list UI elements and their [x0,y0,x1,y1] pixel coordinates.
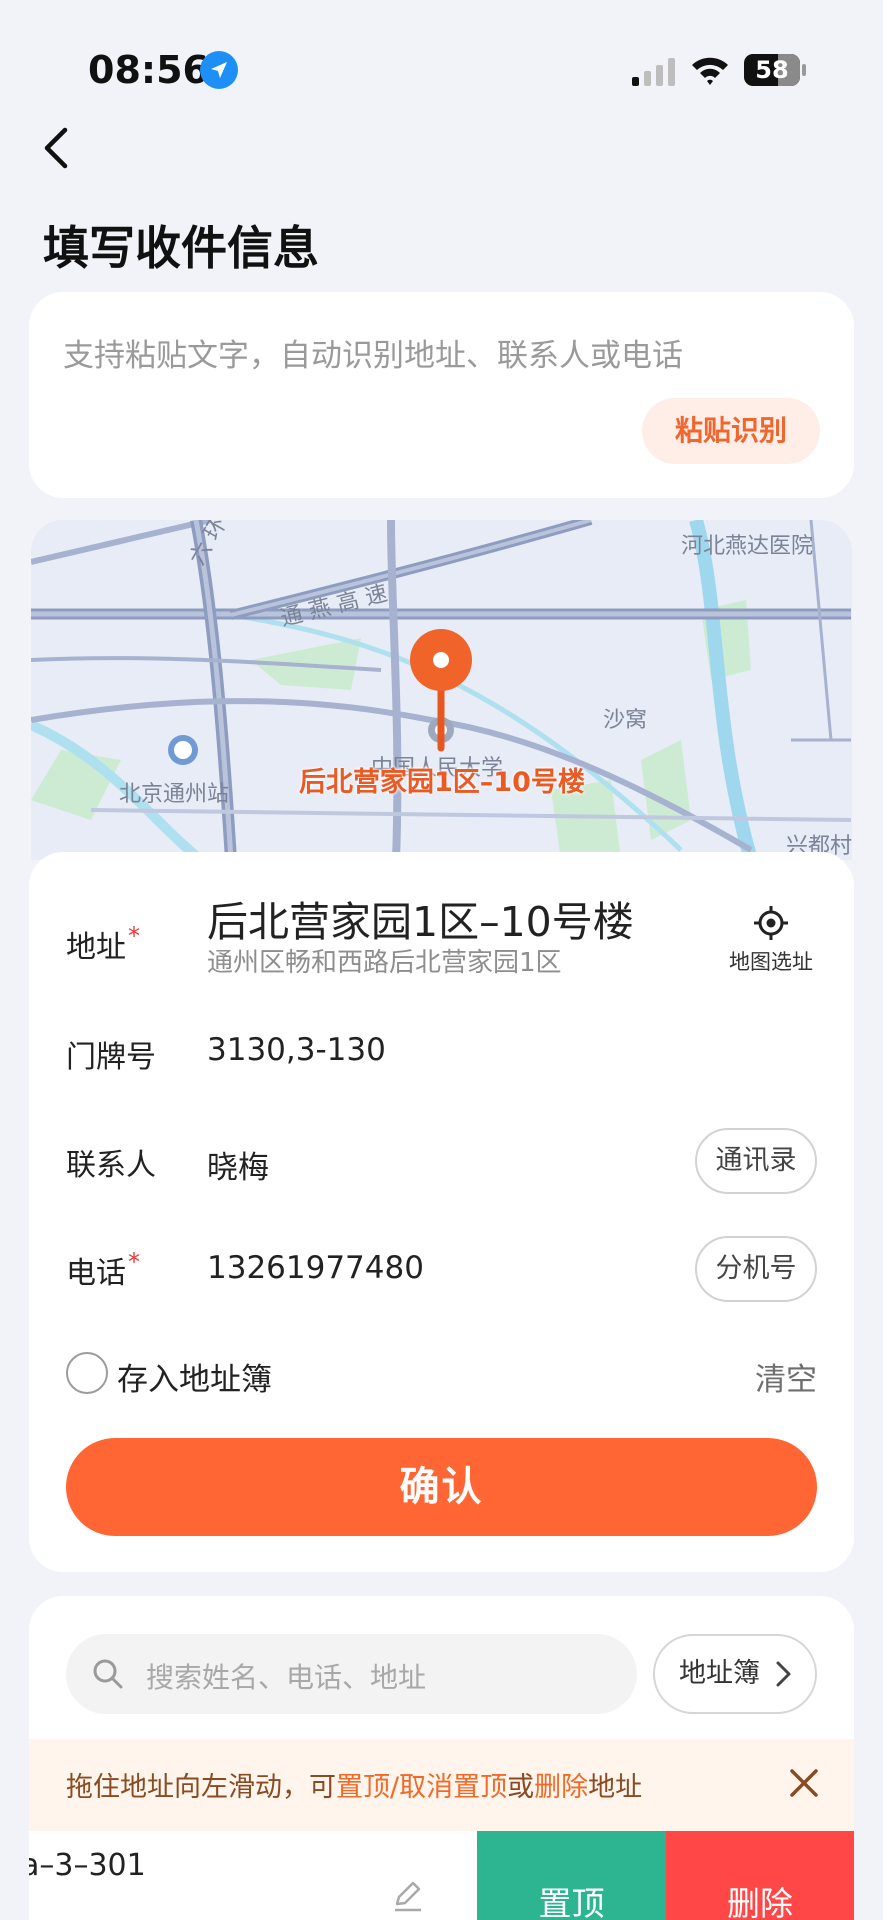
chevron-right-icon [776,1661,791,1687]
battery-icon: 58 [744,54,806,86]
edit-icon[interactable] [391,1878,425,1912]
pin-top-button[interactable]: 置顶 [477,1831,666,1920]
required-mark: * [128,1248,140,1276]
door-label: 门牌号 [66,1040,156,1075]
paste-text-input[interactable]: 支持粘贴文字，自动识别地址、联系人或电话 [63,330,683,375]
phone-label: 电话* [66,1248,140,1291]
signal-icon [632,58,675,86]
address-book-label: 地址簿 [679,1658,760,1689]
status-bar: 08:56 58 [0,0,883,130]
wifi-icon [692,57,728,85]
confirm-button[interactable]: 确认 [66,1438,817,1536]
map-view[interactable]: 河北燕达医院 通 燕 高 速 沙窝 北京通州站 中国人民大学 六 环 兴都村 后… [31,520,852,860]
map-roads [31,520,852,860]
map-select-label: 地图选址 [729,950,813,974]
required-mark: * [128,922,140,950]
map-label-station: 北京通州站 [119,782,230,807]
map-label-village: 沙窝 [603,708,648,733]
status-time: 08:56 [88,48,209,92]
map-label-hospital: 河北燕达医院 [681,534,814,559]
address-main[interactable]: 后北营家园1区–10号楼 [207,888,634,948]
battery-level: 58 [755,56,789,84]
paste-card: 支持粘贴文字，自动识别地址、联系人或电话 粘贴识别 [29,292,854,498]
search-placeholder: 搜索姓名、电话、地址 [146,1661,427,1694]
contacts-button[interactable]: 通讯录 [695,1128,817,1194]
delete-button[interactable]: 删除 [666,1831,854,1920]
location-arrow-icon [200,51,238,89]
address-sub[interactable]: 通州区畅和西路后北营家园1区 [207,942,562,979]
locate-icon [754,906,788,940]
extension-button[interactable]: 分机号 [695,1236,817,1302]
back-button[interactable] [26,118,86,178]
phone-input[interactable]: 13261977480 [207,1250,424,1286]
swipe-tip-text: 拖住地址向左滑动，可置顶/取消置顶或删除地址 [66,1772,643,1803]
door-input[interactable]: 3130,3-130 [207,1032,386,1068]
close-icon[interactable] [784,1763,824,1803]
page-title: 填写收件信息 [43,221,319,275]
map-pin-label: 后北营家园1区–10号楼 [299,767,585,798]
form-card: 地址* 后北营家园1区–10号楼 通州区畅和西路后北营家园1区 地图选址 门牌号… [29,852,854,1572]
address-book-button[interactable]: 地址簿 [653,1634,817,1714]
search-input[interactable]: 搜索姓名、电话、地址 [66,1634,637,1714]
address-label: 地址* [66,922,140,965]
clear-button[interactable]: 清空 [755,1354,817,1399]
list-item-address[interactable]: a–3–301 [29,1848,146,1883]
search-icon [93,1659,123,1689]
address-book-card: 搜索姓名、电话、地址 地址簿 拖住地址向左滑动，可置顶/取消置顶或删除地址 a–… [29,1596,854,1920]
save-to-book-checkbox[interactable] [66,1352,108,1394]
swipe-tip-bar: 拖住地址向左滑动，可置顶/取消置顶或删除地址 [29,1739,854,1831]
contact-label: 联系人 [66,1148,156,1183]
contact-input[interactable]: 晓梅 [207,1142,269,1187]
chevron-left-icon [44,127,68,169]
paste-recognize-button[interactable]: 粘贴识别 [642,398,820,464]
save-to-book-label[interactable]: 存入地址簿 [117,1354,272,1399]
map-select-button[interactable]: 地图选址 [724,906,818,976]
